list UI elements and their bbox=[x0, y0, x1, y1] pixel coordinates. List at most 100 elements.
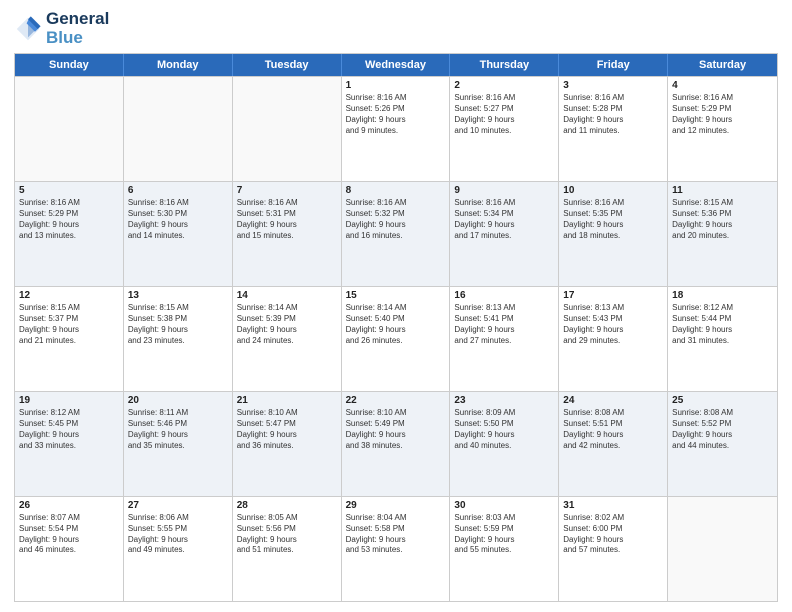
cell-line: Daylight: 9 hours bbox=[346, 535, 446, 546]
cell-line: Sunrise: 8:16 AM bbox=[672, 93, 773, 104]
calendar-cell: 1Sunrise: 8:16 AMSunset: 5:26 PMDaylight… bbox=[342, 77, 451, 181]
day-number: 9 bbox=[454, 185, 554, 196]
cell-line: Daylight: 9 hours bbox=[128, 220, 228, 231]
cell-line: Sunrise: 8:16 AM bbox=[563, 93, 663, 104]
calendar-cell: 25Sunrise: 8:08 AMSunset: 5:52 PMDayligh… bbox=[668, 392, 777, 496]
cell-line: Sunset: 5:27 PM bbox=[454, 104, 554, 115]
cell-line: Sunrise: 8:16 AM bbox=[128, 198, 228, 209]
cell-line: and 18 minutes. bbox=[563, 231, 663, 242]
calendar: SundayMondayTuesdayWednesdayThursdayFrid… bbox=[14, 53, 778, 602]
cell-line: and 9 minutes. bbox=[346, 126, 446, 137]
calendar-cell: 7Sunrise: 8:16 AMSunset: 5:31 PMDaylight… bbox=[233, 182, 342, 286]
cell-line: Sunset: 5:38 PM bbox=[128, 314, 228, 325]
cell-line: Sunset: 5:55 PM bbox=[128, 524, 228, 535]
cell-line: Sunset: 5:29 PM bbox=[672, 104, 773, 115]
calendar-cell: 13Sunrise: 8:15 AMSunset: 5:38 PMDayligh… bbox=[124, 287, 233, 391]
cell-line: and 57 minutes. bbox=[563, 545, 663, 556]
cell-line: Daylight: 9 hours bbox=[19, 535, 119, 546]
cell-line: Daylight: 9 hours bbox=[128, 430, 228, 441]
cell-line: Sunrise: 8:16 AM bbox=[563, 198, 663, 209]
cell-line: Sunset: 5:58 PM bbox=[346, 524, 446, 535]
calendar-cell: 15Sunrise: 8:14 AMSunset: 5:40 PMDayligh… bbox=[342, 287, 451, 391]
calendar-row: 1Sunrise: 8:16 AMSunset: 5:26 PMDaylight… bbox=[15, 76, 777, 181]
page: General Blue SundayMondayTuesdayWednesda… bbox=[0, 0, 792, 612]
cell-line: and 36 minutes. bbox=[237, 441, 337, 452]
cell-line: and 12 minutes. bbox=[672, 126, 773, 137]
cell-line: and 31 minutes. bbox=[672, 336, 773, 347]
cell-line: Sunrise: 8:08 AM bbox=[672, 408, 773, 419]
day-number: 16 bbox=[454, 290, 554, 301]
calendar-cell: 3Sunrise: 8:16 AMSunset: 5:28 PMDaylight… bbox=[559, 77, 668, 181]
cell-line: Sunrise: 8:09 AM bbox=[454, 408, 554, 419]
weekday-header: Monday bbox=[124, 54, 233, 76]
cell-line: Sunrise: 8:07 AM bbox=[19, 513, 119, 524]
calendar-cell: 29Sunrise: 8:04 AMSunset: 5:58 PMDayligh… bbox=[342, 497, 451, 601]
calendar-cell: 4Sunrise: 8:16 AMSunset: 5:29 PMDaylight… bbox=[668, 77, 777, 181]
cell-line: and 44 minutes. bbox=[672, 441, 773, 452]
cell-line: and 53 minutes. bbox=[346, 545, 446, 556]
cell-line: Sunset: 5:28 PM bbox=[563, 104, 663, 115]
cell-line: Daylight: 9 hours bbox=[19, 430, 119, 441]
cell-line: Sunrise: 8:06 AM bbox=[128, 513, 228, 524]
cell-line: Sunset: 5:30 PM bbox=[128, 209, 228, 220]
calendar-cell: 14Sunrise: 8:14 AMSunset: 5:39 PMDayligh… bbox=[233, 287, 342, 391]
calendar-cell: 30Sunrise: 8:03 AMSunset: 5:59 PMDayligh… bbox=[450, 497, 559, 601]
cell-line: and 16 minutes. bbox=[346, 231, 446, 242]
cell-line: Daylight: 9 hours bbox=[346, 220, 446, 231]
cell-line: Sunrise: 8:16 AM bbox=[346, 93, 446, 104]
cell-line: Daylight: 9 hours bbox=[454, 535, 554, 546]
day-number: 7 bbox=[237, 185, 337, 196]
day-number: 20 bbox=[128, 395, 228, 406]
cell-line: Sunrise: 8:14 AM bbox=[237, 303, 337, 314]
calendar-cell: 20Sunrise: 8:11 AMSunset: 5:46 PMDayligh… bbox=[124, 392, 233, 496]
cell-line: Sunset: 5:50 PM bbox=[454, 419, 554, 430]
weekday-header: Friday bbox=[559, 54, 668, 76]
day-number: 19 bbox=[19, 395, 119, 406]
day-number: 5 bbox=[19, 185, 119, 196]
cell-line: and 10 minutes. bbox=[454, 126, 554, 137]
empty-cell bbox=[668, 497, 777, 601]
cell-line: Daylight: 9 hours bbox=[672, 115, 773, 126]
calendar-row: 5Sunrise: 8:16 AMSunset: 5:29 PMDaylight… bbox=[15, 181, 777, 286]
day-number: 6 bbox=[128, 185, 228, 196]
calendar-cell: 31Sunrise: 8:02 AMSunset: 6:00 PMDayligh… bbox=[559, 497, 668, 601]
cell-line: Daylight: 9 hours bbox=[237, 325, 337, 336]
cell-line: Sunset: 5:32 PM bbox=[346, 209, 446, 220]
cell-line: Sunset: 5:54 PM bbox=[19, 524, 119, 535]
cell-line: Daylight: 9 hours bbox=[346, 325, 446, 336]
cell-line: Sunrise: 8:16 AM bbox=[237, 198, 337, 209]
day-number: 8 bbox=[346, 185, 446, 196]
weekday-header: Wednesday bbox=[342, 54, 451, 76]
day-number: 11 bbox=[672, 185, 773, 196]
cell-line: and 35 minutes. bbox=[128, 441, 228, 452]
cell-line: Sunrise: 8:16 AM bbox=[19, 198, 119, 209]
cell-line: Sunset: 5:47 PM bbox=[237, 419, 337, 430]
logo: General Blue bbox=[14, 10, 109, 47]
day-number: 21 bbox=[237, 395, 337, 406]
calendar-cell: 18Sunrise: 8:12 AMSunset: 5:44 PMDayligh… bbox=[668, 287, 777, 391]
day-number: 17 bbox=[563, 290, 663, 301]
calendar-body: 1Sunrise: 8:16 AMSunset: 5:26 PMDaylight… bbox=[15, 76, 777, 601]
cell-line: Daylight: 9 hours bbox=[237, 220, 337, 231]
cell-line: Sunrise: 8:04 AM bbox=[346, 513, 446, 524]
cell-line: Sunset: 5:39 PM bbox=[237, 314, 337, 325]
day-number: 27 bbox=[128, 500, 228, 511]
cell-line: and 27 minutes. bbox=[454, 336, 554, 347]
day-number: 12 bbox=[19, 290, 119, 301]
cell-line: Sunrise: 8:05 AM bbox=[237, 513, 337, 524]
cell-line: Sunrise: 8:13 AM bbox=[563, 303, 663, 314]
cell-line: Sunset: 5:52 PM bbox=[672, 419, 773, 430]
cell-line: Sunset: 5:37 PM bbox=[19, 314, 119, 325]
cell-line: Daylight: 9 hours bbox=[672, 325, 773, 336]
cell-line: Sunrise: 8:03 AM bbox=[454, 513, 554, 524]
cell-line: and 38 minutes. bbox=[346, 441, 446, 452]
calendar-cell: 28Sunrise: 8:05 AMSunset: 5:56 PMDayligh… bbox=[233, 497, 342, 601]
cell-line: Sunrise: 8:13 AM bbox=[454, 303, 554, 314]
day-number: 3 bbox=[563, 80, 663, 91]
cell-line: Daylight: 9 hours bbox=[454, 220, 554, 231]
cell-line: Sunrise: 8:16 AM bbox=[454, 93, 554, 104]
calendar-cell: 2Sunrise: 8:16 AMSunset: 5:27 PMDaylight… bbox=[450, 77, 559, 181]
cell-line: Sunrise: 8:12 AM bbox=[19, 408, 119, 419]
cell-line: Sunset: 5:43 PM bbox=[563, 314, 663, 325]
cell-line: and 24 minutes. bbox=[237, 336, 337, 347]
